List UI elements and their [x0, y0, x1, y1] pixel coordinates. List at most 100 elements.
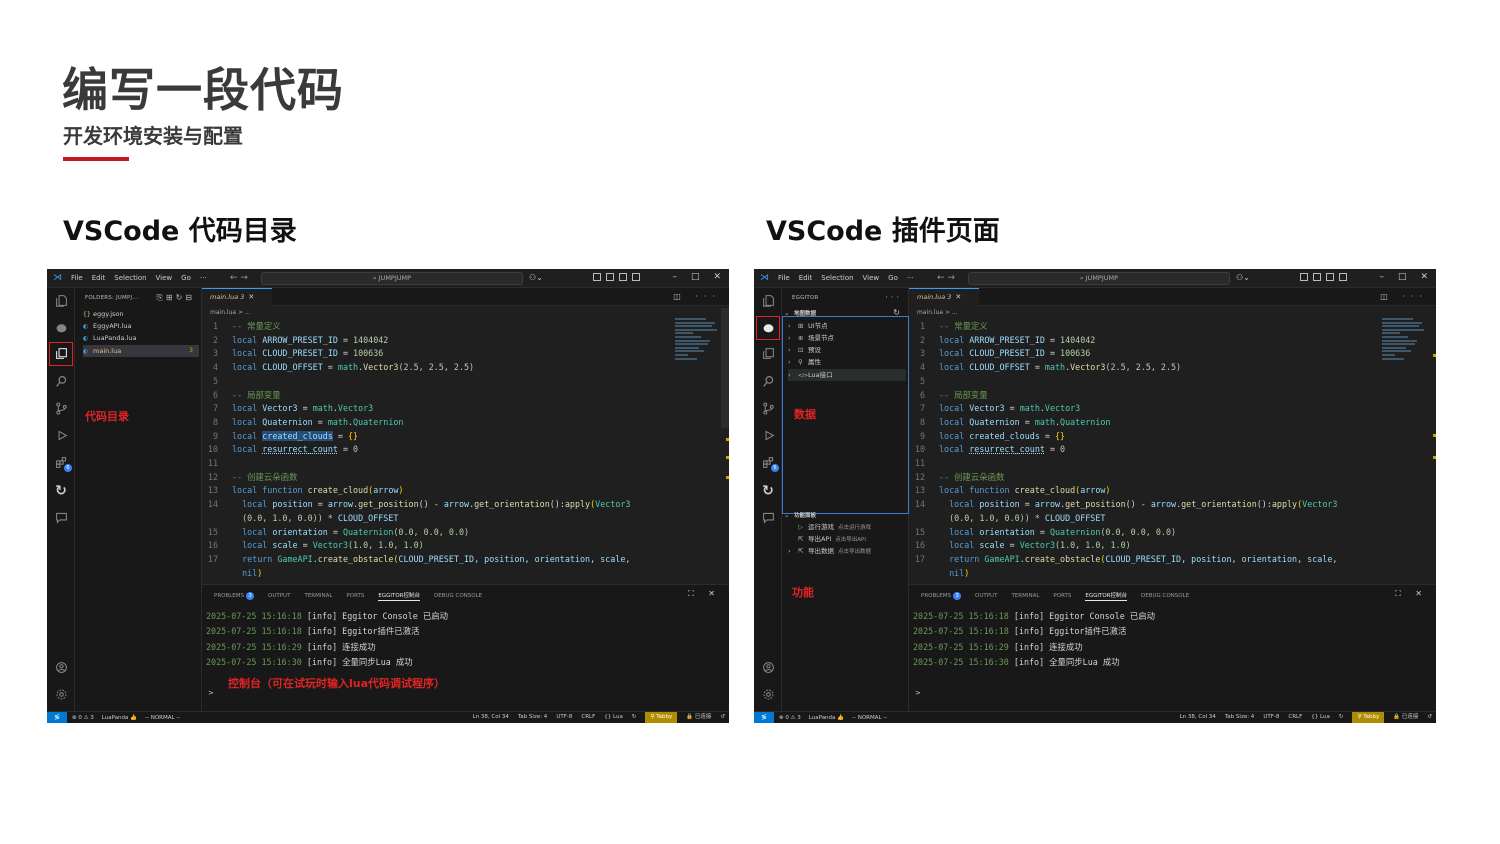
explorer-files-icon[interactable] [52, 292, 70, 310]
code-editor[interactable]: 1 -- 常量定义 2 local ARROW_PRESET_ID = 140404… [202, 320, 715, 580]
menu-more[interactable]: ··· [907, 274, 914, 283]
search-icon[interactable] [52, 373, 70, 391]
copilot-icon[interactable]: ⚇⌄ [1236, 273, 1250, 283]
sync-icon[interactable]: ↻ [632, 712, 637, 723]
menu-edit[interactable]: Edit [92, 274, 106, 283]
layout-icon[interactable] [593, 273, 601, 281]
status-connected[interactable]: 🔒 已连接 [1393, 712, 1418, 723]
nav-arrows[interactable]: ← → [230, 273, 248, 283]
menu-go[interactable]: Go [888, 274, 898, 283]
tree-item-ui-nodes[interactable]: › ⊞ UI节点 [788, 320, 906, 332]
file-item-active[interactable]: ◐ main.lua 3 [83, 345, 199, 357]
status-tab-size[interactable]: Tab Size: 4 [1225, 712, 1254, 723]
console-prompt[interactable]: > [915, 689, 921, 697]
tab-debug-console[interactable]: DEBUG CONSOLE [1141, 592, 1189, 601]
tab-ports[interactable]: PORTS [1053, 592, 1071, 601]
tab-eggitor-console[interactable]: EGGITOR控制台 [1085, 592, 1127, 601]
status-tabby[interactable]: ⚲ Tabby [1352, 712, 1385, 723]
close-tab-icon[interactable]: ✕ [955, 293, 961, 301]
menu-go[interactable]: Go [181, 274, 191, 283]
minimize-icon[interactable]: – [672, 272, 677, 283]
chat-icon[interactable] [52, 509, 70, 527]
status-encoding[interactable]: UTF-8 [556, 712, 572, 723]
minimap[interactable] [675, 318, 719, 378]
tree-item-properties[interactable]: › ⚲ 属性 [788, 356, 906, 368]
extensions-icon[interactable]: 6 [52, 454, 72, 472]
account-icon[interactable] [759, 659, 777, 677]
command-center-search[interactable]: ⌕ JUMPJUMP [968, 272, 1230, 285]
sidebar-toggle-icon[interactable] [1313, 273, 1321, 281]
editor-actions[interactable]: ◫ ··· [673, 292, 721, 301]
status-cursor-position[interactable]: Ln 38, Col 34 [1180, 712, 1216, 723]
tab-ports[interactable]: PORTS [346, 592, 364, 601]
source-control-icon[interactable] [759, 400, 777, 418]
panel-actions[interactable]: ⛶ ✕ [1395, 589, 1428, 599]
file-item[interactable]: {} eggy.json [83, 308, 199, 320]
tab-problems[interactable]: PROBLEMS 3 [921, 592, 962, 601]
explorer-files-icon[interactable] [759, 292, 777, 310]
action-export-data[interactable]: › ⇱ 导出数据 点击导出数据 [788, 545, 906, 557]
tab-debug-console[interactable]: DEBUG CONSOLE [434, 592, 482, 601]
code-editor[interactable]: 1 -- 常量定义 2 local ARROW_PRESET_ID = 140404… [909, 320, 1422, 580]
panel-toggle-icon[interactable] [619, 273, 627, 281]
tab-problems[interactable]: PROBLEMS 3 [214, 592, 255, 601]
nav-arrows[interactable]: ← → [937, 273, 955, 283]
copy-files-icon[interactable] [759, 345, 777, 363]
remote-icon[interactable]: ≶ [47, 712, 67, 723]
action-run-game[interactable]: ▷ 运行游戏 点击运行游戏 [788, 521, 906, 533]
remote-icon[interactable]: ≶ [754, 712, 774, 723]
action-export-api[interactable]: ⇱ 导出API 点击导出API [788, 533, 906, 545]
secondary-sidebar-icon[interactable] [632, 273, 640, 281]
tab-eggitor-console[interactable]: EGGITOR控制台 [378, 592, 420, 601]
vertical-scrollbar[interactable] [721, 308, 729, 428]
refresh-status-icon[interactable]: ↺ [1427, 712, 1432, 723]
console-prompt[interactable]: > [208, 689, 214, 697]
refresh-icon[interactable]: ↻ [52, 482, 70, 500]
menu-edit[interactable]: Edit [799, 274, 813, 283]
sidebar-toggle-icon[interactable] [606, 273, 614, 281]
status-tabby[interactable]: ⚲ Tabby [645, 712, 678, 723]
status-problems[interactable]: ⊗ 0 ⚠ 3 [779, 714, 801, 722]
source-control-icon[interactable] [52, 400, 70, 418]
menu-file[interactable]: File [71, 274, 83, 283]
eggitor-more[interactable]: ··· [885, 293, 902, 302]
settings-gear-icon[interactable] [759, 686, 777, 704]
copy-files-icon[interactable] [52, 345, 70, 363]
close-tab-icon[interactable]: ✕ [248, 293, 254, 301]
editor-actions[interactable]: ◫ ··· [1380, 292, 1428, 301]
eggitor-icon[interactable] [52, 319, 70, 337]
tab-main-lua[interactable]: main.lua 3 ✕ [202, 288, 272, 306]
tree-item-scene-nodes[interactable]: › ⊕ 场景节点 [788, 332, 906, 344]
run-debug-icon[interactable] [52, 427, 70, 445]
settings-gear-icon[interactable] [52, 686, 70, 704]
tab-main-lua[interactable]: main.lua 3 ✕ [909, 288, 979, 306]
status-cursor-position[interactable]: Ln 38, Col 34 [473, 712, 509, 723]
panel-toggle-icon[interactable] [1326, 273, 1334, 281]
tab-terminal[interactable]: TERMINAL [304, 592, 332, 601]
tree-item-lua-api[interactable]: › </>Lua接口 [788, 369, 906, 381]
status-connected[interactable]: 🔒 已连接 [686, 712, 711, 723]
section-function-panel[interactable]: ⌄ 功能面板 [784, 509, 906, 521]
status-eol[interactable]: CRLF [581, 712, 595, 723]
status-tab-size[interactable]: Tab Size: 4 [518, 712, 547, 723]
maximize-icon[interactable]: □ [691, 272, 700, 283]
extensions-icon[interactable]: 6 [759, 454, 779, 472]
account-icon[interactable] [52, 659, 70, 677]
copilot-icon[interactable]: ⚇⌄ [529, 273, 543, 283]
menu-view[interactable]: View [156, 274, 173, 283]
minimize-icon[interactable]: – [1379, 272, 1384, 283]
tab-output[interactable]: OUTPUT [975, 592, 997, 601]
menu-more[interactable]: ··· [200, 274, 207, 283]
status-eol[interactable]: CRLF [1288, 712, 1302, 723]
status-encoding[interactable]: UTF-8 [1263, 712, 1279, 723]
menu-file[interactable]: File [778, 274, 790, 283]
tab-terminal[interactable]: TERMINAL [1011, 592, 1039, 601]
maximize-icon[interactable]: □ [1398, 272, 1407, 283]
command-center-search[interactable]: ⌕ JUMPJUMP [261, 272, 523, 285]
layout-icon[interactable] [1300, 273, 1308, 281]
status-luapanda[interactable]: LuaPanda 👍 [809, 714, 844, 722]
panel-actions[interactable]: ⛶ ✕ [688, 589, 721, 599]
tab-output[interactable]: OUTPUT [268, 592, 290, 601]
status-luapanda[interactable]: LuaPanda 👍 [102, 714, 137, 722]
status-language[interactable]: {} Lua [604, 712, 623, 723]
